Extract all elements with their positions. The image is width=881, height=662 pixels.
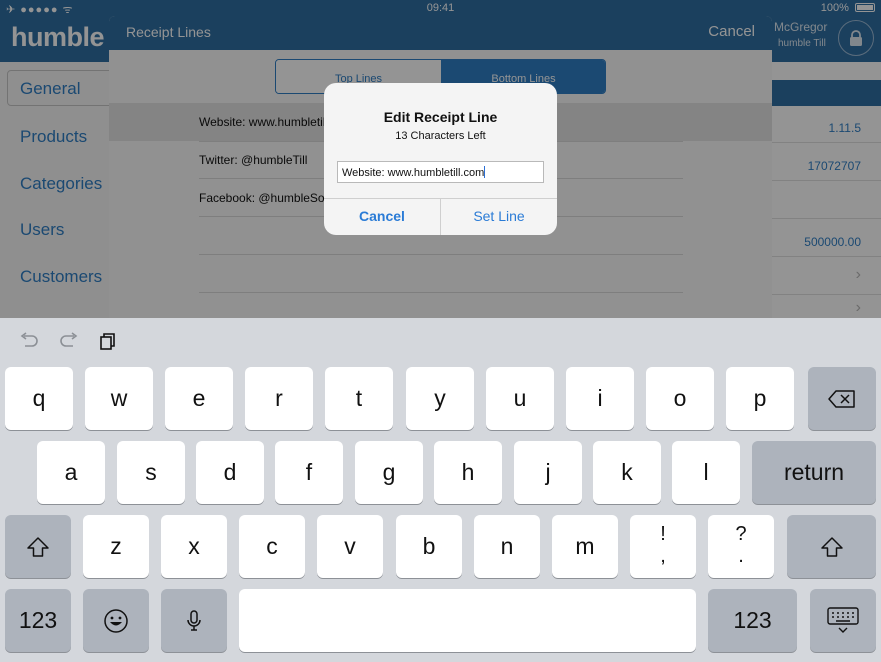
microphone-icon	[187, 609, 201, 631]
key-label: t	[355, 385, 363, 411]
key-label: j	[545, 459, 551, 485]
key-y[interactable]: y	[406, 367, 474, 430]
text-cursor	[484, 166, 486, 178]
key-i[interactable]: i	[566, 367, 634, 430]
key-label: g	[382, 459, 396, 485]
key-label: u	[513, 385, 527, 411]
numbers-key-right[interactable]: 123	[708, 589, 797, 652]
set-line-button[interactable]: Set Line	[441, 198, 557, 235]
key-label: i	[597, 385, 603, 411]
key-label: f	[305, 459, 313, 485]
key-label: d	[223, 459, 237, 485]
key-c[interactable]: c	[239, 515, 305, 578]
shift-icon	[820, 536, 843, 557]
key-label: !	[660, 523, 666, 545]
key-f[interactable]: f	[275, 441, 343, 504]
return-key[interactable]: return	[752, 441, 876, 504]
key-z[interactable]: z	[83, 515, 149, 578]
key-label: ?	[735, 523, 747, 545]
key-l[interactable]: l	[672, 441, 740, 504]
key-question-period[interactable]: ? .	[708, 515, 774, 578]
alert-title: Edit Receipt Line	[383, 109, 498, 125]
key-label: e	[192, 385, 206, 411]
key-g[interactable]: g	[355, 441, 423, 504]
key-label: n	[500, 533, 514, 559]
key-label: z	[110, 533, 122, 559]
key-q[interactable]: q	[5, 367, 73, 430]
key-a[interactable]: a	[37, 441, 105, 504]
emoji-icon	[104, 608, 128, 633]
key-label: 123	[18, 607, 58, 633]
emoji-key[interactable]	[83, 589, 149, 652]
key-label: return	[783, 459, 845, 485]
dismiss-keyboard-key[interactable]	[810, 589, 876, 652]
key-n[interactable]: n	[474, 515, 540, 578]
key-label: a	[64, 459, 78, 485]
key-label: 123	[733, 607, 772, 633]
undo-icon[interactable]	[19, 332, 39, 353]
key-s[interactable]: s	[117, 441, 185, 504]
shift-icon	[27, 536, 49, 557]
edit-line-alert: Edit Receipt Line 13 Characters Left Web…	[324, 83, 557, 235]
key-label: y	[434, 385, 446, 411]
backspace-icon	[828, 389, 855, 408]
key-label: w	[110, 385, 128, 411]
key-label: b	[422, 533, 436, 559]
shift-key[interactable]	[5, 515, 71, 578]
keyboard-dismiss-icon	[827, 606, 859, 633]
key-w[interactable]: w	[85, 367, 153, 430]
key-label: h	[461, 459, 475, 485]
key-label: o	[673, 385, 687, 411]
key-label: r	[275, 385, 283, 411]
dictation-key[interactable]	[161, 589, 227, 652]
key-label: p	[753, 385, 767, 411]
onscreen-keyboard: q w e r t y u i o p a s d f g h j k l re…	[0, 318, 881, 662]
shift-key-right[interactable]	[787, 515, 876, 578]
key-e[interactable]: e	[165, 367, 233, 430]
key-label: c	[266, 533, 278, 559]
key-label: v	[344, 533, 356, 559]
key-d[interactable]: d	[196, 441, 264, 504]
key-j[interactable]: j	[514, 441, 582, 504]
key-t[interactable]: t	[325, 367, 393, 430]
key-label: l	[703, 459, 709, 485]
key-label: .	[738, 545, 744, 567]
key-label: q	[32, 385, 46, 411]
key-b[interactable]: b	[396, 515, 462, 578]
key-label: m	[575, 533, 595, 559]
key-u[interactable]: u	[486, 367, 554, 430]
key-p[interactable]: p	[726, 367, 794, 430]
alert-cancel-button[interactable]: Cancel	[324, 198, 440, 235]
key-m[interactable]: m	[552, 515, 618, 578]
key-v[interactable]: v	[317, 515, 383, 578]
key-h[interactable]: h	[434, 441, 502, 504]
input-value: Website: www.humbletill.com	[342, 167, 485, 179]
key-r[interactable]: r	[245, 367, 313, 430]
key-label: s	[145, 459, 157, 485]
key-label: x	[188, 533, 200, 559]
key-label: k	[621, 459, 633, 485]
receipt-line-input[interactable]: Website: www.humbletill.com	[337, 161, 544, 183]
key-exclamation-comma[interactable]: ! ,	[630, 515, 696, 578]
backspace-key[interactable]	[808, 367, 876, 430]
key-o[interactable]: o	[646, 367, 714, 430]
numbers-key[interactable]: 123	[5, 589, 71, 652]
key-k[interactable]: k	[593, 441, 661, 504]
key-x[interactable]: x	[161, 515, 227, 578]
alert-message: 13 Characters Left	[395, 130, 486, 142]
space-key[interactable]	[239, 589, 696, 652]
redo-icon[interactable]	[59, 332, 79, 353]
key-label: ,	[660, 545, 666, 567]
paste-icon[interactable]	[99, 332, 117, 355]
